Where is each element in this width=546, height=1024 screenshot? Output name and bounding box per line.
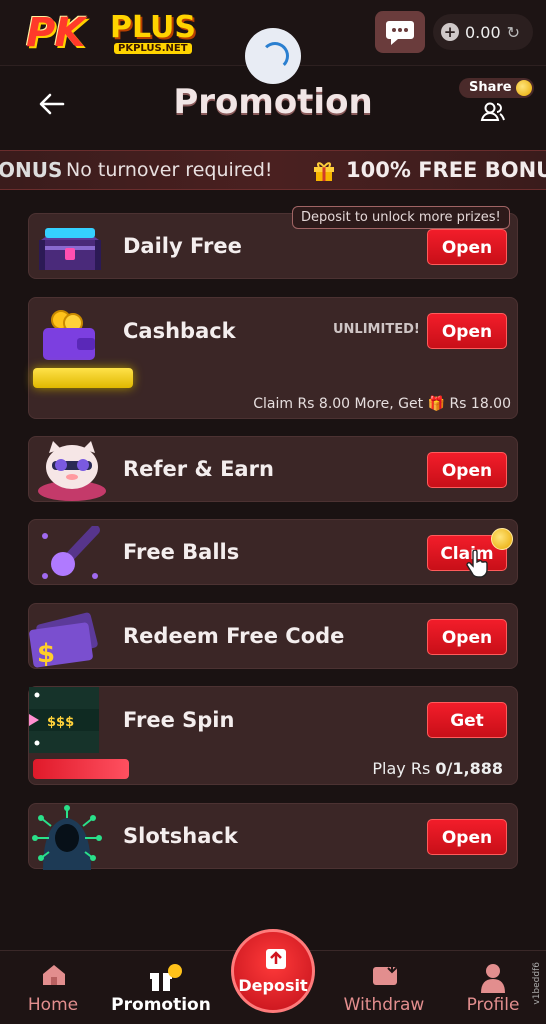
logo-domain: PKPLUS.NET	[114, 43, 192, 54]
promo-card-slotshack[interactable]: Slotshack Open	[28, 803, 518, 870]
nav-home[interactable]: Home	[3, 951, 103, 1024]
nav-withdraw-label: Withdraw	[343, 995, 425, 1015]
free-spin-note: Play Rs 0/1,888	[372, 759, 503, 778]
pointer-hand-icon	[465, 549, 489, 582]
free-balls-label: Free Balls	[123, 540, 240, 564]
pkplus-logo[interactable]: PK PLUS PKPLUS.NET	[26, 10, 206, 56]
ticker-text-mid: No turnover required!	[66, 159, 273, 181]
lucky-cat-icon	[35, 439, 109, 507]
ticker-text-right: 100% FREE BONUS	[346, 158, 546, 182]
refer-open-button[interactable]: Open	[427, 452, 507, 488]
nav-withdraw[interactable]: Withdraw	[334, 951, 434, 1024]
chat-icon	[386, 21, 414, 45]
add-funds-icon[interactable]: +	[441, 23, 459, 41]
balance-pill: + 0.00 ↻	[433, 14, 533, 50]
logo-plus: PLUS	[110, 10, 197, 45]
deposit-label: Deposit	[238, 976, 308, 995]
ticker-text-left: ONUS	[0, 158, 63, 182]
loading-spinner	[245, 28, 301, 84]
promo-card-refer[interactable]: Refer & Earn Open	[28, 436, 518, 502]
reel-text: $$$	[47, 715, 74, 730]
promo-ticker: ONUS No turnover required! 100% FREE BON…	[0, 150, 546, 190]
promo-card-free-balls[interactable]: Free Balls Claim	[28, 519, 518, 585]
cashback-note: Claim Rs 8.00 More, Get 🎁 Rs 18.00	[253, 396, 511, 412]
profile-icon	[481, 963, 505, 997]
cashback-progress-bar	[33, 368, 133, 388]
refresh-icon[interactable]: ↻	[507, 23, 520, 42]
slot-machine-icon: $$$	[29, 687, 101, 757]
svg-text:$: $	[37, 639, 55, 668]
balance-amount: 0.00	[465, 22, 501, 42]
gift-nav-icon	[149, 963, 183, 997]
daily-free-open-button[interactable]: Open	[427, 229, 507, 265]
cashback-open-button[interactable]: Open	[427, 313, 507, 349]
promo-card-free-spin[interactable]: $$$ Free Spin Get Play Rs 0/1,888	[28, 686, 518, 785]
daily-free-label: Daily Free	[123, 234, 242, 258]
users-icon[interactable]	[480, 102, 506, 126]
promo-card-cashback[interactable]: Cashback UNLIMITED! Open Claim Rs 8.00 M…	[28, 297, 518, 419]
hacker-icon	[31, 804, 103, 874]
free-spin-progress-bar	[33, 759, 129, 779]
gift-icon	[312, 159, 336, 187]
slotshack-open-button[interactable]: Open	[427, 819, 507, 855]
logo-main: PK	[26, 10, 85, 56]
nav-promotion[interactable]: Promotion	[111, 951, 211, 1024]
free-spin-get-button[interactable]: Get	[427, 702, 507, 738]
version-label: v1beddf6	[532, 962, 542, 1005]
claim-coin-icon	[491, 528, 513, 550]
nav-profile[interactable]: Profile	[443, 951, 543, 1024]
coin-icon	[515, 80, 532, 96]
nav-promotion-label: Promotion	[111, 995, 211, 1015]
cashback-label: Cashback	[123, 319, 236, 343]
promo-card-redeem[interactable]: $ Redeem Free Code Open	[28, 603, 518, 669]
wallet-coins-icon	[39, 306, 101, 366]
refer-label: Refer & Earn	[123, 457, 274, 481]
free-spin-note-prefix: Play Rs	[372, 759, 436, 778]
deposit-tooltip: Deposit to unlock more prizes!	[292, 206, 510, 229]
cashback-note-suffix: Rs 18.00	[449, 396, 511, 412]
chat-button[interactable]	[375, 11, 425, 53]
deposit-button[interactable]: Deposit	[231, 929, 315, 1013]
nav-profile-label: Profile	[466, 995, 520, 1015]
ball-icon	[39, 525, 103, 586]
slotshack-label: Slotshack	[123, 824, 238, 848]
unlimited-badge: UNLIMITED!	[333, 322, 420, 337]
nav-home-label: Home	[27, 995, 79, 1015]
withdraw-icon	[372, 963, 400, 991]
free-spin-label: Free Spin	[123, 708, 235, 732]
share-label: Share	[469, 80, 512, 95]
treasure-chest-icon	[35, 218, 105, 278]
home-icon	[41, 963, 67, 991]
redeem-open-button[interactable]: Open	[427, 619, 507, 655]
small-gift-icon: 🎁	[427, 396, 445, 412]
redeem-label: Redeem Free Code	[123, 624, 345, 648]
ticket-icon: $	[29, 608, 99, 672]
free-spin-note-value: 0/1,888	[435, 759, 503, 778]
cashback-note-prefix: Claim Rs 8.00 More, Get	[253, 396, 424, 412]
share-button[interactable]: Share	[459, 78, 534, 98]
deposit-icon	[265, 948, 287, 974]
